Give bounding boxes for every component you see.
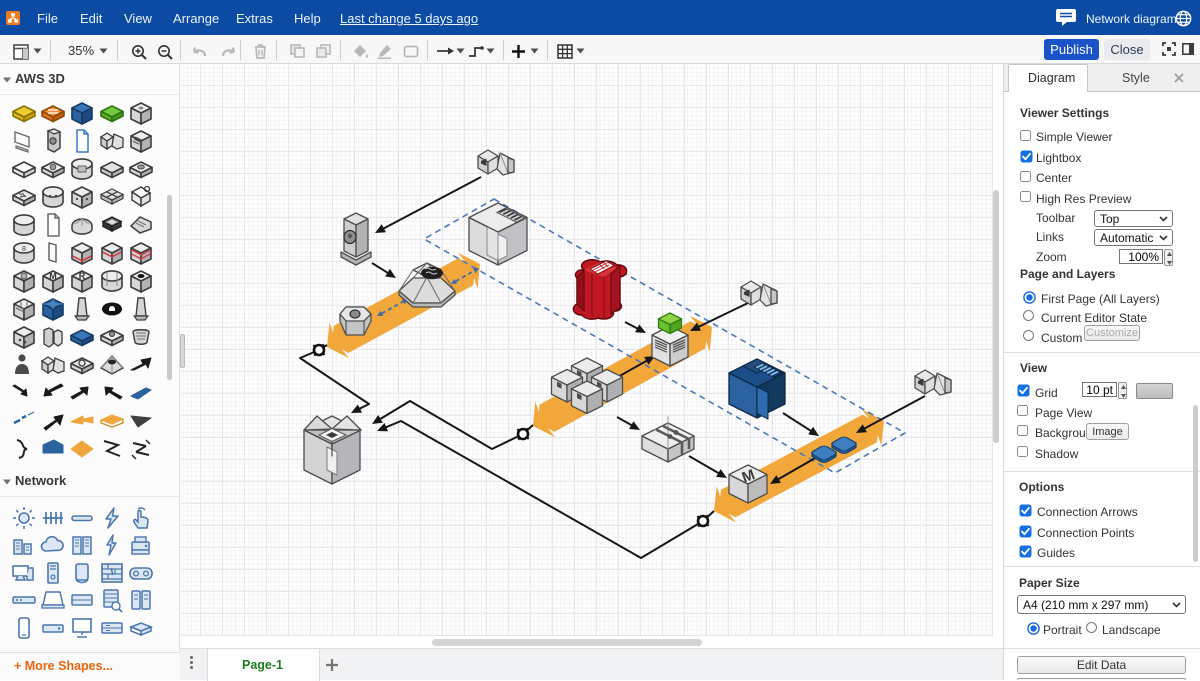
svg-text:R: R	[79, 271, 86, 281]
svg-text:8: 8	[22, 246, 26, 253]
svg-text:M: M	[49, 271, 57, 281]
